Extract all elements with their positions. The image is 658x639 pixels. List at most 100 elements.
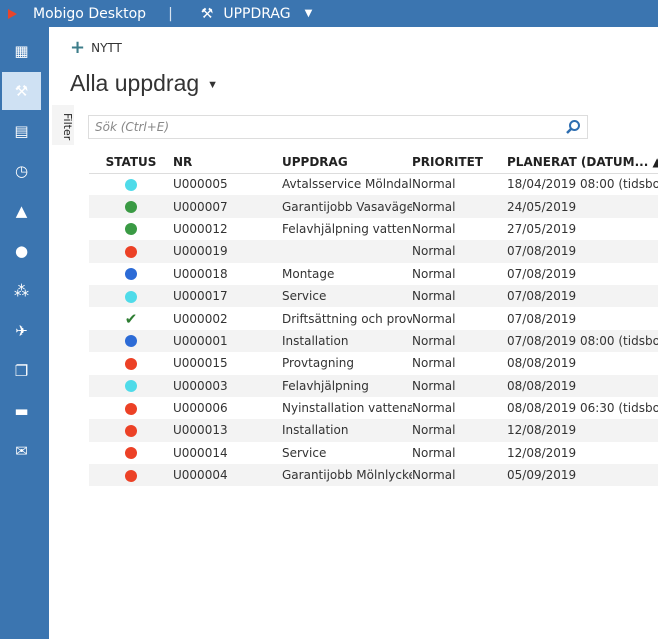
prio-cell: Normal	[412, 356, 456, 371]
status-cell	[89, 173, 173, 195]
planerat-cell: 08/08/2019	[507, 356, 577, 371]
status-cell	[89, 329, 173, 353]
status-cell: ✔	[89, 307, 173, 329]
status-dot-icon	[125, 245, 137, 258]
planerat-cell: 12/08/2019	[507, 445, 577, 460]
assignments-table: STATUS NR UPPDRAG PRIORITET PLANERAT (DA…	[89, 152, 658, 487]
status-cell	[89, 397, 173, 419]
table-row[interactable]: U000005 Avtalsservice Mölndal Normal 18/…	[89, 173, 658, 195]
table-row[interactable]: U000015 Provtagning Normal 08/08/2019	[89, 352, 658, 374]
uppdrag-cell: Avtalsservice Mölndal	[282, 177, 412, 192]
prio-cell: Normal	[412, 177, 456, 192]
table-row[interactable]: U000014 Service Normal 12/08/2019	[89, 442, 658, 464]
table-header: STATUS NR UPPDRAG PRIORITET PLANERAT (DA…	[89, 152, 658, 174]
app-logo-icon	[8, 8, 17, 19]
documents-icon[interactable]: ❐	[2, 352, 41, 390]
col-nr[interactable]: NR	[173, 152, 282, 174]
road-icon[interactable]: ▲	[2, 192, 41, 230]
col-uppdrag[interactable]: UPPDRAG	[282, 152, 412, 174]
planerat-cell: 27/05/2019	[507, 221, 577, 236]
table-row[interactable]: U000012 Felavhjälpning vattena Normal 27…	[89, 218, 658, 240]
nr-cell: U000012	[173, 221, 228, 236]
uppdrag-cell: Provtagning	[282, 356, 354, 371]
dashboard-icon[interactable]: ▦	[2, 32, 41, 70]
table-row[interactable]: U000006 Nyinstallation vattenar Normal 0…	[89, 397, 658, 419]
prio-cell: Normal	[412, 221, 456, 236]
uppdrag-cell: Felavhjälpning vattena	[282, 221, 412, 236]
prio-cell: Normal	[412, 464, 507, 487]
person-icon[interactable]: ●	[2, 232, 41, 270]
status-dot-icon	[125, 402, 137, 415]
status-cell	[89, 352, 173, 374]
status-cell	[89, 195, 173, 218]
status-cell	[89, 442, 173, 464]
nr-cell: U000002	[173, 311, 228, 326]
col-status[interactable]: STATUS	[89, 152, 173, 174]
status-dot-icon	[125, 357, 137, 370]
hammer-icon[interactable]: ⚒	[2, 72, 41, 110]
table-row[interactable]: U000017 Service Normal 07/08/2019	[89, 284, 658, 308]
uppdrag-cell: Felavhjälpning	[282, 374, 412, 397]
table-row[interactable]: U000018 Montage Normal 07/08/2019	[89, 263, 658, 285]
search-placeholder: Sök (Ctrl+E)	[95, 120, 170, 134]
status-dot-icon	[125, 380, 137, 393]
status-dot-icon	[125, 469, 137, 482]
module-name: UPPDRAG	[223, 5, 291, 22]
prio-cell: Normal	[412, 284, 507, 308]
nr-cell: U000004	[173, 464, 282, 487]
uppdrag-cell: Montage	[282, 266, 335, 281]
app-name: Mobigo Desktop	[33, 5, 147, 22]
prio-cell: Normal	[412, 445, 456, 460]
uppdrag-cell: Service	[282, 445, 327, 460]
nr-cell: U000015	[173, 356, 228, 371]
table-row[interactable]: U000003 Felavhjälpning Normal 08/08/2019	[89, 374, 658, 397]
table-row[interactable]: ✔ U000002 Driftsättning och provt Normal…	[89, 307, 658, 329]
status-dot-icon	[125, 335, 137, 348]
planerat-cell: 07/08/2019	[507, 240, 658, 263]
table-row[interactable]: U000004 Garantijobb Mölnlycke Normal 05/…	[89, 464, 658, 487]
hammer-icon: ⚒	[200, 5, 214, 22]
uppdrag-cell: Garantijobb Mölnlycke	[282, 464, 412, 487]
clock-icon[interactable]: ◷	[2, 152, 41, 190]
filter-tab[interactable]: Filter	[52, 105, 74, 145]
reports-icon[interactable]: ⁂	[2, 272, 41, 310]
nr-cell: U000019	[173, 240, 282, 263]
col-prioritet[interactable]: PRIORITET	[412, 152, 507, 174]
col-planerat[interactable]: PLANERAT (DATUM... ▲	[507, 152, 658, 174]
status-dot-icon	[125, 268, 137, 281]
prio-cell: Normal	[412, 329, 507, 353]
prio-cell: Normal	[412, 401, 456, 416]
status-cell	[89, 374, 173, 397]
nr-cell: U000003	[173, 374, 282, 397]
status-dot-icon	[125, 290, 137, 303]
search-icon[interactable]	[565, 119, 581, 135]
table-row[interactable]: U000007 Garantijobb Vasaväger Normal 24/…	[89, 195, 658, 218]
uppdrag-cell: Driftsättning och provt	[282, 311, 412, 326]
search-input[interactable]: Sök (Ctrl+E)	[88, 115, 588, 139]
planerat-cell: 07/08/2019 08:00 (tidsbok	[507, 329, 658, 353]
planerat-cell: 24/05/2019	[507, 195, 658, 218]
planerat-cell: 05/09/2019	[507, 464, 658, 487]
nr-cell: U000001	[173, 329, 282, 353]
table-row[interactable]: U000013 Installation Normal 12/08/2019	[89, 419, 658, 442]
title-bar: Mobigo Desktop | ⚒ UPPDRAG ▼	[0, 0, 658, 27]
prio-cell: Normal	[412, 266, 456, 281]
planning-board-icon[interactable]: ▤	[2, 112, 41, 150]
uppdrag-cell: Installation	[282, 419, 412, 442]
airplane-icon[interactable]: ✈	[2, 312, 41, 350]
table-row[interactable]: U000019 Normal 07/08/2019	[89, 240, 658, 263]
planerat-cell: 07/08/2019	[507, 284, 658, 308]
separator: |	[168, 5, 173, 22]
status-cell	[89, 464, 173, 487]
plus-icon: +	[70, 37, 86, 58]
uppdrag-cell: Service	[282, 284, 412, 308]
table-row[interactable]: U000001 Installation Normal 07/08/2019 0…	[89, 329, 658, 353]
uppdrag-cell: Installation	[282, 329, 412, 353]
briefcase-icon[interactable]: ▬	[2, 392, 41, 430]
module-selector[interactable]: ⚒ UPPDRAG ▼	[201, 6, 313, 22]
new-button[interactable]: + NYTT	[70, 37, 122, 58]
prio-cell: Normal	[412, 195, 507, 218]
status-dot-icon	[125, 424, 137, 437]
mail-icon[interactable]: ✉	[2, 432, 41, 470]
view-selector[interactable]: Alla uppdrag ▼	[70, 70, 218, 97]
